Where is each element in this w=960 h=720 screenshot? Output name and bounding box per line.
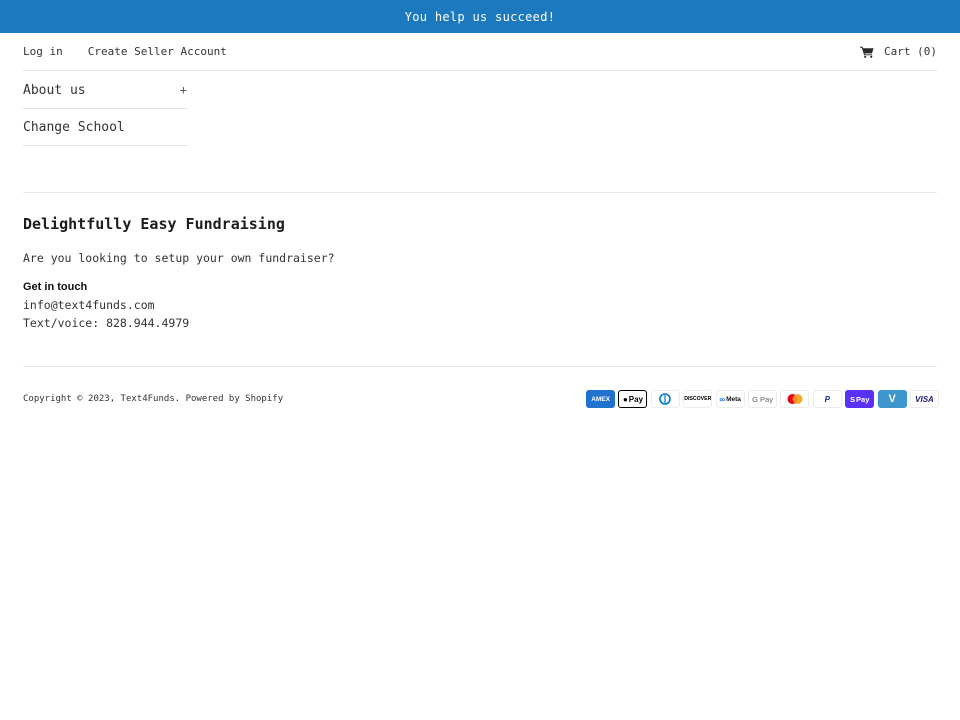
contact-email[interactable]: info@text4funds.com xyxy=(23,298,155,312)
cart-label: Cart (0) xyxy=(884,45,937,58)
expand-plus-icon[interactable]: + xyxy=(180,83,187,97)
mastercard-icon xyxy=(780,390,810,408)
discover-icon: DISCOVER xyxy=(683,390,713,408)
copyright-text: Copyright © 2023, Text4Funds. Powered by… xyxy=(23,394,284,404)
amex-icon: AMEX xyxy=(586,390,616,408)
google-pay-icon: G Pay xyxy=(748,390,778,408)
footer-title: Delightfully Easy Fundraising xyxy=(23,215,285,233)
contact-heading: Get in touch xyxy=(23,281,88,293)
venmo-icon: V xyxy=(877,390,907,408)
visa-icon: VISA xyxy=(910,390,939,408)
cart-icon xyxy=(860,46,874,58)
powered-by-shopify-link[interactable]: Powered by Shopify xyxy=(186,394,284,404)
meta-infinity-icon: ∞ xyxy=(719,394,726,404)
payment-icons: AMEX ● Pay DISCOVER ∞ Meta G Pay P S Pay… xyxy=(583,390,939,408)
footer-question: Are you looking to setup your own fundra… xyxy=(23,251,335,265)
announcement-text: You help us succeed! xyxy=(404,9,556,24)
apple-logo-icon: ● xyxy=(622,394,628,404)
create-seller-account-link[interactable]: Create Seller Account xyxy=(88,45,227,58)
site-footer: Delightfully Easy Fundraising Are you lo… xyxy=(23,192,939,408)
footer-divider xyxy=(23,366,937,367)
apple-pay-icon: ● Pay xyxy=(618,390,648,408)
diners-club-icon xyxy=(650,390,680,408)
top-navigation: Log in Create Seller Account Cart (0) xyxy=(23,33,937,71)
contact-phone: Text/voice: 828.944.4979 xyxy=(23,316,190,330)
announcement-bar: You help us succeed! xyxy=(0,0,960,33)
meta-pay-icon: ∞ Meta xyxy=(715,390,745,408)
paypal-icon: P xyxy=(812,390,842,408)
sidebar-item-label: Change School xyxy=(23,119,125,135)
sidebar-item-change-school[interactable]: Change School xyxy=(23,109,188,146)
shop-pay-icon: S Pay xyxy=(845,390,875,408)
sidebar-menu: About us + Change School xyxy=(23,72,188,146)
login-link[interactable]: Log in xyxy=(23,45,63,58)
copyright-prefix: Copyright © 2023, xyxy=(23,394,116,404)
cart-link[interactable]: Cart (0) xyxy=(860,45,937,58)
sidebar-item-about-us[interactable]: About us + xyxy=(23,72,188,109)
store-name-link[interactable]: Text4Funds xyxy=(121,394,175,404)
sidebar-item-label: About us xyxy=(23,82,86,98)
account-links: Log in Create Seller Account xyxy=(23,45,227,58)
